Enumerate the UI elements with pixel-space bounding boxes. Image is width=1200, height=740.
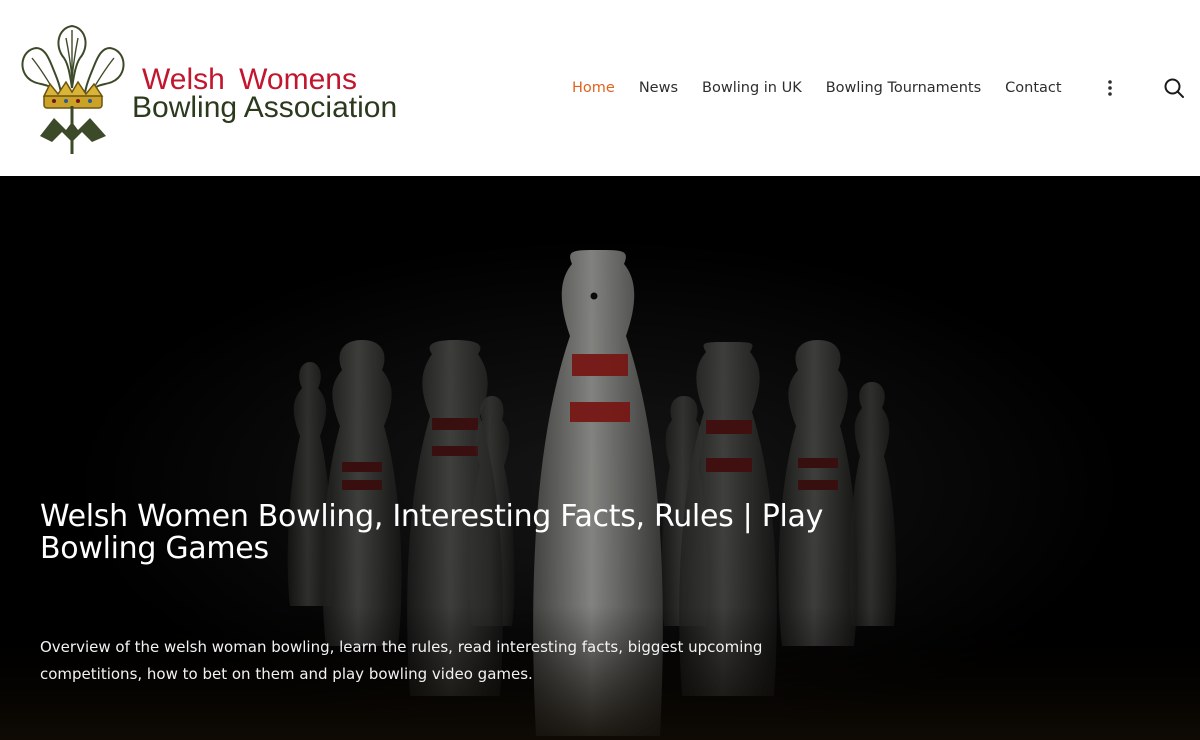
nav-item-bowling-tournaments[interactable]: Bowling Tournaments bbox=[826, 80, 981, 96]
main-nav: Home News Bowling in UK Bowling Tourname… bbox=[560, 76, 1074, 100]
search-icon[interactable] bbox=[1162, 76, 1186, 100]
nav-item-contact[interactable]: Contact bbox=[1005, 80, 1061, 96]
site-logo[interactable]: Welsh Womens Bowling Association bbox=[14, 18, 414, 158]
hero-description: Overview of the welsh woman bowling, lea… bbox=[40, 638, 763, 683]
nav-item-home[interactable]: Home bbox=[572, 80, 615, 96]
nav-item-news[interactable]: News bbox=[639, 80, 678, 96]
nav-item-bowling-in-uk[interactable]: Bowling in UK bbox=[702, 80, 802, 96]
hero-section: Welsh Women Bowling, Interesting Facts, … bbox=[0, 176, 1200, 740]
site-header: Welsh Womens Bowling Association Home Ne… bbox=[0, 0, 1200, 176]
logo-title-line2: Bowling Association bbox=[132, 91, 398, 124]
prince-of-wales-feathers-emblem-icon bbox=[21, 24, 125, 154]
more-menu-icon[interactable] bbox=[1102, 78, 1118, 98]
hero-title: Welsh Women Bowling, Interesting Facts, … bbox=[40, 499, 824, 566]
